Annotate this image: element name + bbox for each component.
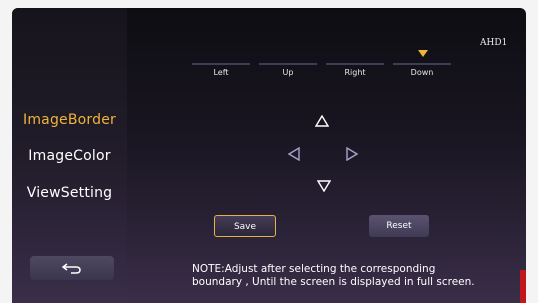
note-line-2: boundary , Until the screen is displayed…	[192, 276, 475, 288]
tab-up[interactable]: Up	[259, 63, 317, 83]
tab-right[interactable]: Right	[326, 63, 384, 83]
left-arrow-icon[interactable]	[288, 147, 300, 161]
reset-button[interactable]: Reset	[369, 215, 429, 237]
tab-left[interactable]: Left	[192, 63, 250, 83]
down-arrow-icon[interactable]	[317, 180, 331, 192]
back-button[interactable]	[30, 256, 114, 280]
source-label: AHD1	[480, 38, 508, 48]
return-arrow-icon	[61, 263, 81, 274]
note-line-1: NOTE:Adjust after selecting the correspo…	[192, 263, 436, 275]
display-screen: ImageBorder ImageColor ViewSetting AHD1 …	[12, 8, 526, 303]
selected-direction-indicator	[418, 50, 428, 57]
sidebar-item-imageborder[interactable]: ImageBorder	[12, 112, 127, 128]
right-arrow-icon[interactable]	[346, 147, 358, 161]
sidebar: ImageBorder ImageColor ViewSetting	[12, 8, 127, 303]
note-text: NOTE:Adjust after selecting the correspo…	[192, 263, 482, 289]
sidebar-item-viewsetting[interactable]: ViewSetting	[12, 185, 127, 201]
sidebar-item-imagecolor[interactable]: ImageColor	[12, 148, 127, 164]
up-arrow-icon[interactable]	[315, 115, 329, 127]
red-edge-mark	[520, 270, 526, 303]
tab-down[interactable]: Down	[393, 63, 451, 83]
save-button[interactable]: Save	[214, 215, 276, 237]
